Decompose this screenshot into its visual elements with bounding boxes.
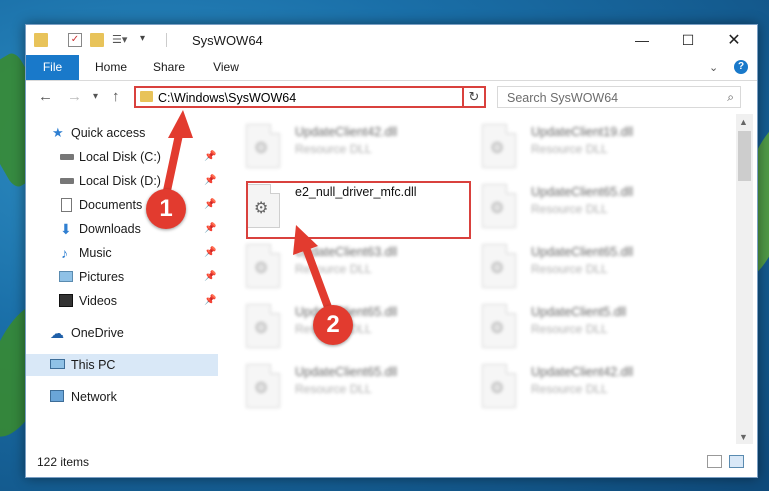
step-badge-2: 2 xyxy=(313,305,353,345)
arrow-2 xyxy=(293,225,336,322)
annotation-arrows xyxy=(161,110,336,322)
arrow-1 xyxy=(161,110,193,204)
step-badge-1: 1 xyxy=(146,189,186,229)
